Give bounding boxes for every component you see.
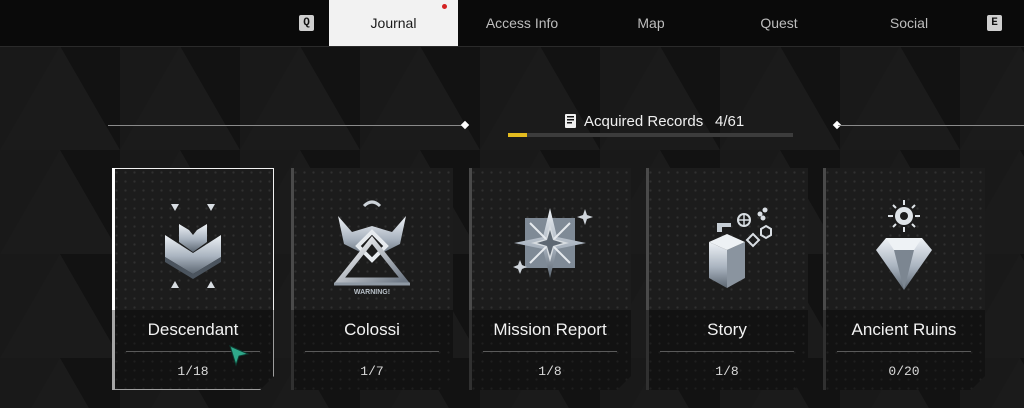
card-title: Ancient Ruins [851,320,957,339]
record-card-colossi[interactable]: WARNING! Colossi 1/7 [291,168,453,390]
tab-label: Journal [370,15,417,31]
card-count: 1/7 [360,364,384,379]
record-card-ancient-ruins[interactable]: Ancient Ruins 0/20 [823,168,985,390]
header-rule-left [108,125,465,126]
card-divider [660,351,794,352]
card-count: 1/8 [715,364,739,379]
record-book-icon [565,114,576,128]
top-nav-bar: Q Journal Access Info Map Quest Social E [0,0,1024,47]
tab-label: Quest [760,15,798,31]
card-title: Colossi [344,320,400,339]
acquired-records-count: 4/61 [715,113,745,130]
tab-journal[interactable]: Journal [329,0,458,46]
mouse-cursor-icon [229,345,250,367]
tab-quest[interactable]: Quest [728,0,830,46]
prev-tab-key-hint[interactable]: Q [299,15,314,31]
colossi-warning-icon: WARNING! [312,180,432,300]
record-card-mission-report[interactable]: Mission Report 1/8 [469,168,631,390]
card-title: Mission Report [493,320,607,339]
header-rule-right [838,125,1024,126]
notification-dot [442,4,447,9]
story-book-icon [667,180,787,300]
card-count: 0/20 [888,364,920,379]
descendant-chevron-icon [133,180,253,300]
tab-label: Access Info [485,15,559,31]
card-title: Story [707,320,747,339]
colossi-icon-warning-text: WARNING! [354,289,390,296]
acquired-records-header: Acquired Records 4/61 [560,111,790,133]
record-card-story[interactable]: Story 1/8 [646,168,808,390]
card-count: 1/8 [538,364,562,379]
tab-social[interactable]: Social [858,0,960,46]
tab-label: Map [637,15,665,31]
ancient-ruins-crystal-icon [844,180,964,300]
mission-star-icon [490,180,610,300]
records-progress-fill [508,133,527,137]
tab-access-info[interactable]: Access Info [462,0,582,46]
records-progress-bar [508,133,793,137]
card-divider [837,351,971,352]
acquired-records-label: Acquired Records [584,113,704,130]
card-title: Descendant [147,320,239,339]
card-divider [305,351,439,352]
tab-map[interactable]: Map [600,0,702,46]
card-divider [483,351,617,352]
tab-label: Social [889,15,929,31]
next-tab-key-hint[interactable]: E [987,15,1002,31]
